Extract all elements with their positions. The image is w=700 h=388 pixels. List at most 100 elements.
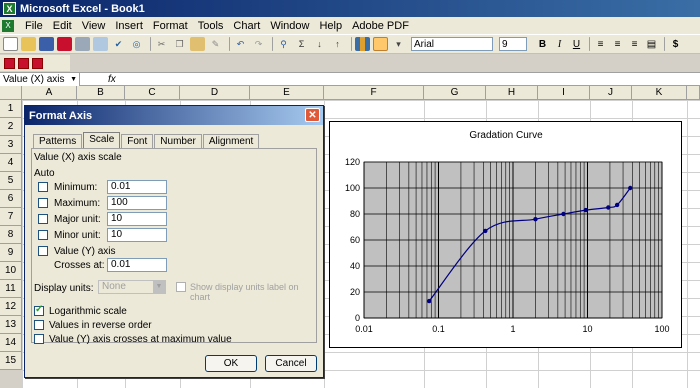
- column-header-d[interactable]: D: [180, 86, 250, 100]
- new-icon[interactable]: [3, 37, 18, 51]
- major-unit-input[interactable]: 10: [107, 212, 167, 226]
- menu-insert[interactable]: Insert: [110, 20, 148, 32]
- convert-pdf-review-icon[interactable]: [32, 57, 43, 69]
- name-box[interactable]: Value (X) axis ▼: [0, 72, 80, 86]
- menu-window[interactable]: Window: [265, 20, 314, 32]
- currency-button[interactable]: $: [668, 37, 683, 51]
- maximum-input[interactable]: 100: [107, 196, 167, 210]
- close-icon[interactable]: ✕: [305, 108, 320, 122]
- copy-icon[interactable]: ❐: [172, 37, 187, 51]
- menu-tools[interactable]: Tools: [193, 20, 229, 32]
- column-header-g[interactable]: G: [424, 86, 486, 100]
- reverse-order-checkbox[interactable]: [34, 320, 44, 330]
- align-center-icon[interactable]: ≡: [610, 37, 625, 51]
- row-header-15[interactable]: 15: [0, 352, 22, 370]
- minor-unit-input[interactable]: 10: [107, 228, 167, 242]
- column-header-j[interactable]: J: [590, 86, 632, 100]
- value-axis-auto-checkbox[interactable]: [38, 246, 48, 256]
- menu-file[interactable]: File: [20, 20, 48, 32]
- autosum-icon[interactable]: Σ: [294, 37, 309, 51]
- convert-pdf-email-icon[interactable]: [18, 57, 29, 69]
- tab-scale[interactable]: Scale: [83, 132, 121, 148]
- menu-edit[interactable]: Edit: [48, 20, 77, 32]
- menu-format[interactable]: Format: [148, 20, 193, 32]
- print-preview-icon[interactable]: [93, 37, 108, 51]
- chart-area[interactable]: Gradation Curve 0 20 40 60 80 100 120 0.01 0.1 1 1…: [329, 121, 682, 348]
- row-header-2[interactable]: 2: [0, 118, 22, 136]
- row-header-7[interactable]: 7: [0, 208, 22, 226]
- pdf-icon[interactable]: [57, 37, 72, 51]
- italic-button[interactable]: I: [552, 37, 567, 51]
- column-header-k[interactable]: K: [632, 86, 687, 100]
- menu-help[interactable]: Help: [314, 20, 347, 32]
- maximum-auto-checkbox[interactable]: [38, 198, 48, 208]
- row-header-14[interactable]: 14: [0, 334, 22, 352]
- menu-adobe-pdf[interactable]: Adobe PDF: [347, 20, 414, 32]
- print-icon[interactable]: [75, 37, 90, 51]
- tab-font[interactable]: Font: [121, 134, 154, 148]
- menu-view[interactable]: View: [77, 20, 111, 32]
- zoom-icon[interactable]: ▾: [391, 37, 406, 51]
- row-header-4[interactable]: 4: [0, 154, 22, 172]
- column-header-extra[interactable]: [687, 86, 700, 100]
- font-size-box[interactable]: 9: [499, 37, 527, 51]
- logarithmic-scale-checkbox[interactable]: [34, 304, 44, 316]
- workbook-icon[interactable]: X: [2, 19, 14, 32]
- drawing-icon[interactable]: [373, 37, 388, 51]
- chart-title[interactable]: Gradation Curve: [469, 130, 543, 141]
- format-painter-icon[interactable]: ✎: [208, 37, 223, 51]
- column-header-e[interactable]: E: [250, 86, 324, 100]
- align-right-icon[interactable]: ≡: [627, 37, 642, 51]
- minor-unit-auto-checkbox[interactable]: [38, 230, 48, 240]
- crosses-at-max-checkbox[interactable]: [34, 334, 44, 344]
- column-header-c[interactable]: C: [125, 86, 180, 100]
- major-unit-auto-checkbox[interactable]: [38, 214, 48, 224]
- convert-pdf-icon[interactable]: [4, 57, 15, 69]
- chevron-down-icon[interactable]: ▼: [70, 76, 77, 83]
- spelling-icon[interactable]: ✔: [111, 37, 126, 51]
- chart-wizard-icon[interactable]: [355, 37, 370, 51]
- tab-patterns[interactable]: Patterns: [33, 134, 83, 148]
- row-header-6[interactable]: 6: [0, 190, 22, 208]
- ok-button[interactable]: OK: [205, 355, 257, 372]
- dialog-title-bar[interactable]: Format Axis ✕: [25, 106, 323, 125]
- save-icon[interactable]: [39, 37, 54, 51]
- row-header-9[interactable]: 9: [0, 244, 22, 262]
- cut-icon[interactable]: ✂: [154, 37, 169, 51]
- paste-icon[interactable]: [190, 37, 205, 51]
- column-header-b[interactable]: B: [77, 86, 125, 100]
- column-header-h[interactable]: H: [486, 86, 538, 100]
- row-header-11[interactable]: 11: [0, 280, 22, 298]
- row-header-1[interactable]: 1: [0, 100, 22, 118]
- undo-icon[interactable]: ↶: [233, 37, 248, 51]
- minimum-input[interactable]: 0.01: [107, 180, 167, 194]
- menu-chart[interactable]: Chart: [228, 20, 265, 32]
- merge-center-icon[interactable]: ▤: [644, 37, 659, 51]
- row-header-12[interactable]: 12: [0, 298, 22, 316]
- display-units-select[interactable]: None ▼: [98, 280, 166, 294]
- cancel-button[interactable]: Cancel: [265, 355, 317, 372]
- underline-button[interactable]: U: [569, 37, 584, 51]
- crosses-at-input[interactable]: 0.01: [107, 258, 167, 272]
- column-header-a[interactable]: A: [22, 86, 77, 100]
- column-header-i[interactable]: I: [538, 86, 590, 100]
- font-name-box[interactable]: Arial: [411, 37, 493, 51]
- chevron-down-icon[interactable]: ▼: [153, 281, 165, 293]
- align-left-icon[interactable]: ≡: [593, 37, 608, 51]
- select-all-corner[interactable]: [0, 86, 22, 100]
- research-icon[interactable]: ◎: [129, 37, 144, 51]
- hyperlink-icon[interactable]: ⚲: [276, 37, 291, 51]
- sort-ascending-icon[interactable]: ↓: [312, 37, 327, 51]
- open-icon[interactable]: [21, 37, 36, 51]
- gradation-chart[interactable]: Gradation Curve 0 20 40 60 80 100 120 0.01 0.1 1 1…: [330, 122, 683, 349]
- show-units-label-checkbox[interactable]: [176, 282, 186, 292]
- redo-icon[interactable]: ↷: [251, 37, 266, 51]
- row-header-8[interactable]: 8: [0, 226, 22, 244]
- minimum-auto-checkbox[interactable]: [38, 182, 48, 192]
- row-header-3[interactable]: 3: [0, 136, 22, 154]
- bold-button[interactable]: B: [535, 37, 550, 51]
- sort-descending-icon[interactable]: ↑: [330, 37, 345, 51]
- fx-label[interactable]: fx: [108, 74, 116, 85]
- tab-alignment[interactable]: Alignment: [202, 134, 260, 148]
- row-header-5[interactable]: 5: [0, 172, 22, 190]
